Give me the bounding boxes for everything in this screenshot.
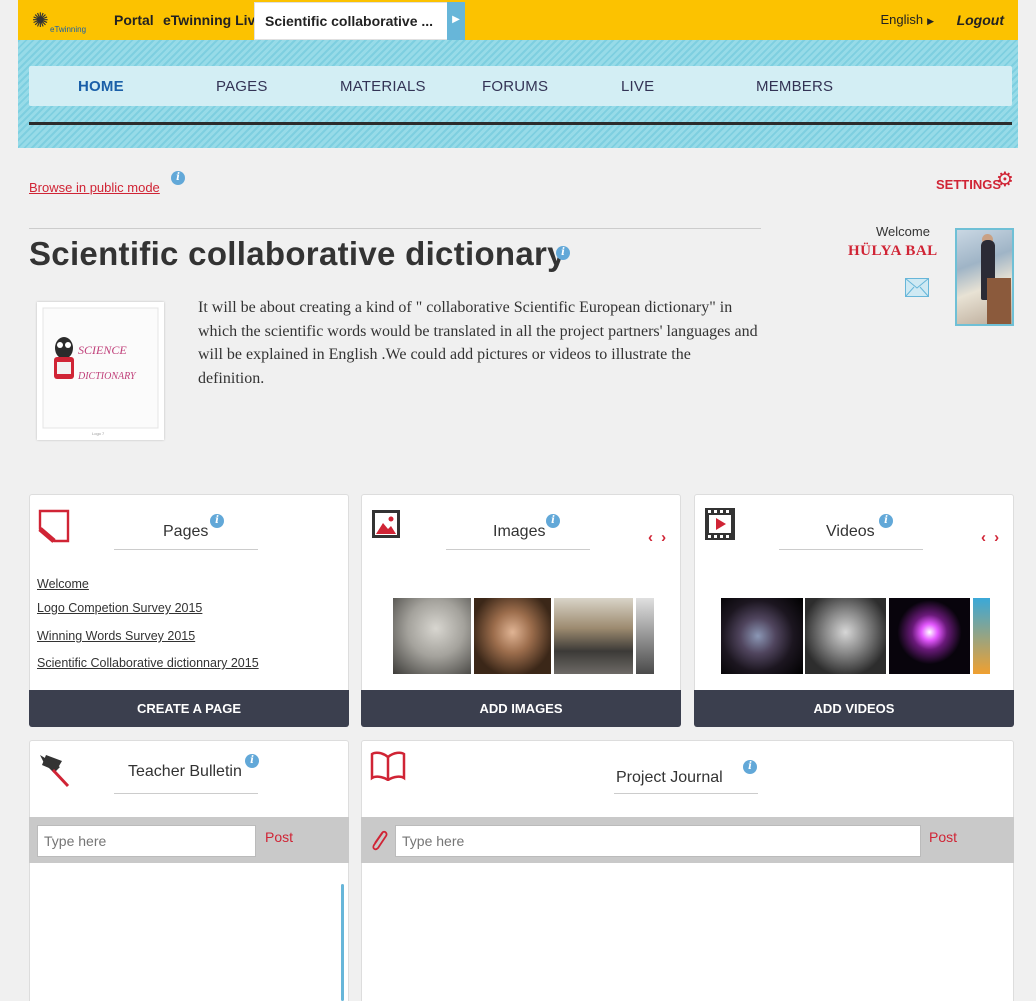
project-journal-title: Project Journal xyxy=(616,769,723,786)
nav-materials[interactable]: MATERIALS xyxy=(340,78,426,95)
journal-text-input[interactable] xyxy=(395,825,921,857)
videos-card: Videos i ‹ › ADD VIDEOS xyxy=(694,494,1014,727)
main-nav: HOME PAGES MATERIALS FORUMS LIVE MEMBERS xyxy=(29,66,1012,106)
create-page-button[interactable]: CREATE A PAGE xyxy=(29,690,349,727)
nav-band: HOME PAGES MATERIALS FORUMS LIVE MEMBERS xyxy=(18,40,1018,148)
add-images-button[interactable]: ADD IMAGES xyxy=(361,690,681,727)
top-bar: ✺ eTwinning Portal eTwinning Live Scient… xyxy=(18,0,1018,40)
videos-title-rule xyxy=(779,549,923,550)
bulletin-title-rule xyxy=(114,793,258,794)
page-title: Scientific collaborative dictionary xyxy=(29,235,566,272)
pages-card: Pages i Welcome Logo Competion Survey 20… xyxy=(29,494,349,727)
images-info-icon[interactable]: i xyxy=(546,514,560,528)
etwinning-live-link[interactable]: eTwinning Live xyxy=(163,12,263,28)
open-book-icon xyxy=(370,751,406,781)
logo-text: eTwinning xyxy=(50,25,87,34)
bulletin-post-button[interactable]: Post xyxy=(265,829,293,845)
video-thumb-cells[interactable] xyxy=(721,598,803,674)
videos-title: Videos xyxy=(826,523,875,540)
settings-link[interactable]: SETTINGS xyxy=(936,177,1001,192)
bulletin-info-icon[interactable]: i xyxy=(245,754,259,768)
page-link-words-survey[interactable]: Winning Words Survey 2015 xyxy=(37,629,195,643)
pages-title-rule xyxy=(114,549,258,550)
paperclip-icon[interactable] xyxy=(369,827,389,853)
bulletin-text-input[interactable] xyxy=(37,825,256,857)
page-link-logo-survey[interactable]: Logo Competion Survey 2015 xyxy=(37,601,202,615)
avatar-podium xyxy=(987,278,1011,324)
video-thumb-partial[interactable] xyxy=(973,598,990,674)
title-divider xyxy=(29,228,761,229)
portal-link[interactable]: Portal xyxy=(114,12,154,28)
journal-info-icon[interactable]: i xyxy=(743,760,757,774)
teacher-bulletin-title: Teacher Bulletin xyxy=(128,763,242,780)
username[interactable]: HÜLYA BAL xyxy=(848,243,938,260)
journal-post-button[interactable]: Post xyxy=(929,829,957,845)
active-project-tab[interactable]: Scientific collaborative ... xyxy=(254,2,448,40)
nav-pages[interactable]: PAGES xyxy=(216,78,268,95)
etwinning-logo[interactable]: ✺ eTwinning xyxy=(32,8,92,36)
science-dictionary-logo: SCIENCE DICTIONARY Logo 7 xyxy=(42,307,159,436)
images-card: Images i ‹ › ADD IMAGES xyxy=(361,494,681,727)
browse-public-mode-link[interactable]: Browse in public mode xyxy=(29,180,160,195)
mail-icon[interactable] xyxy=(905,278,929,297)
logout-link[interactable]: Logout xyxy=(957,12,1004,28)
pages-info-icon[interactable]: i xyxy=(210,514,224,528)
page-link-dictionary[interactable]: Scientific Collaborative dictionnary 201… xyxy=(37,656,259,670)
project-description: It will be about creating a kind of " co… xyxy=(198,299,758,387)
gear-icon[interactable]: ⚙ xyxy=(996,167,1014,191)
images-title-rule xyxy=(446,549,590,550)
teacher-bulletin-card: Teacher Bulletin i Post xyxy=(29,740,349,1001)
video-thumb-einstein[interactable] xyxy=(805,598,886,674)
page-icon xyxy=(38,509,70,543)
project-logo: SCIENCE DICTIONARY Logo 7 xyxy=(37,302,164,440)
welcome-label: Welcome xyxy=(876,224,930,239)
nav-live[interactable]: LIVE xyxy=(621,78,654,95)
title-info-icon[interactable]: i xyxy=(556,246,570,260)
project-journal-card: Project Journal i Post xyxy=(361,740,1014,1001)
nav-home[interactable]: HOME xyxy=(78,78,124,95)
video-thumb-atom[interactable] xyxy=(889,598,970,674)
images-title: Images xyxy=(493,523,546,540)
pushpin-icon xyxy=(40,755,70,788)
language-label: English xyxy=(880,12,924,27)
caret-right-icon: ▶ xyxy=(927,16,934,26)
info-icon[interactable]: i xyxy=(171,171,185,185)
user-avatar[interactable] xyxy=(955,228,1014,326)
pages-title: Pages xyxy=(163,523,209,540)
language-selector[interactable]: English ▶ xyxy=(880,12,934,27)
image-thumb-portrait[interactable] xyxy=(474,598,551,674)
logo-line-science: SCIENCE xyxy=(78,343,127,357)
video-icon xyxy=(705,508,735,540)
logo-caption: Logo 7 xyxy=(92,431,105,436)
etwinning-figure-icon: ✺ xyxy=(32,8,49,32)
image-thumb-classroom[interactable] xyxy=(554,598,633,674)
videos-carousel-arrows-icon[interactable]: ‹ › xyxy=(981,529,1001,546)
logo-line-dictionary: DICTIONARY xyxy=(77,371,137,382)
images-carousel-arrows-icon[interactable]: ‹ › xyxy=(648,529,668,546)
tab-expand-arrow-icon[interactable]: ▶ xyxy=(447,2,465,40)
page-link-welcome[interactable]: Welcome xyxy=(37,577,89,591)
videos-info-icon[interactable]: i xyxy=(879,514,893,528)
journal-title-rule xyxy=(614,793,758,794)
image-icon xyxy=(372,510,400,538)
nav-members[interactable]: MEMBERS xyxy=(756,78,833,95)
journal-input-bar: Post xyxy=(361,817,1014,863)
bulletin-scrollbar[interactable] xyxy=(341,884,344,1001)
image-thumb-partial[interactable] xyxy=(636,598,654,674)
nav-divider xyxy=(29,122,1012,125)
add-videos-button[interactable]: ADD VIDEOS xyxy=(694,690,1014,727)
image-thumb-statue[interactable] xyxy=(393,598,471,674)
nav-forums[interactable]: FORUMS xyxy=(482,78,548,95)
bulletin-input-bar: Post xyxy=(29,817,349,863)
